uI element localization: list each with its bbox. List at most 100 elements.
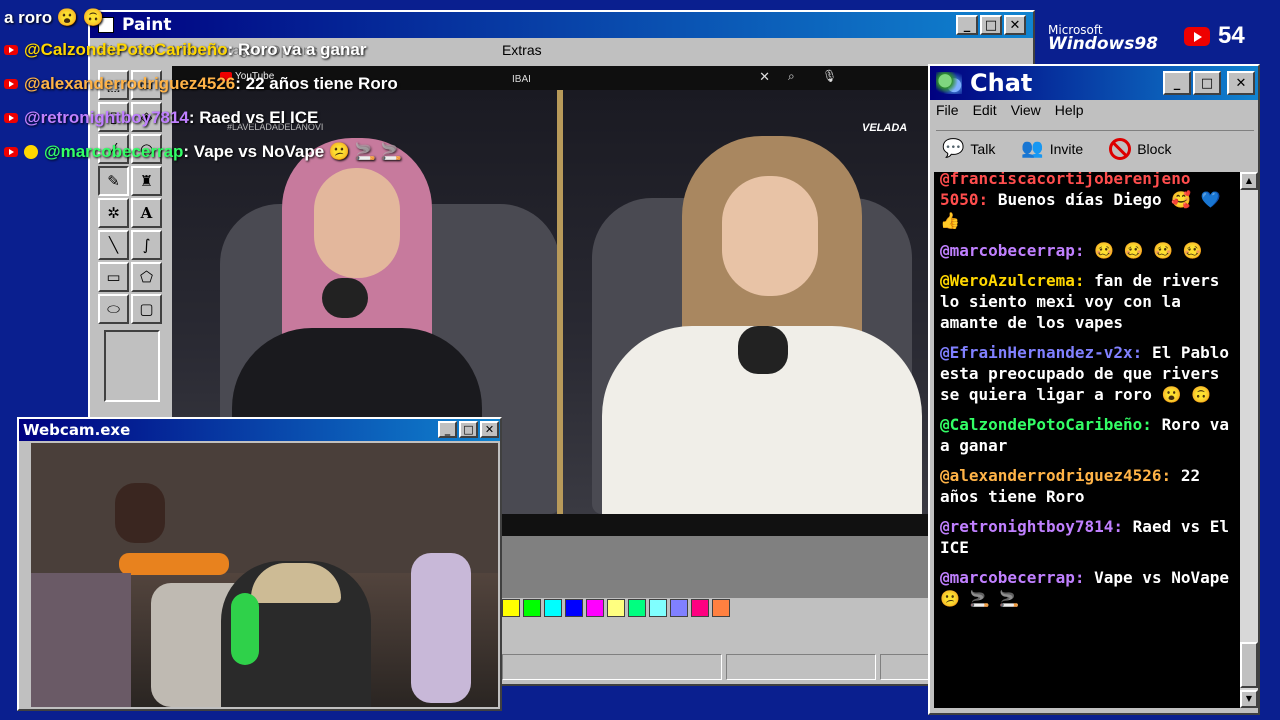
palette-swatch[interactable]: [523, 599, 541, 617]
invite-label: Invite: [1049, 140, 1084, 157]
overlay-chat-line: @retronightboy7814: Raed vs El ICE: [4, 108, 318, 128]
chat-user: @marcobecerrap:: [940, 241, 1085, 260]
overlay-chat-line: @CalzondePotoCaribeño: Roro va a ganar: [4, 40, 366, 60]
member-badge-icon: [24, 145, 38, 159]
palette-swatch[interactable]: [565, 599, 583, 617]
invite-button[interactable]: 👥 Invite: [1021, 138, 1083, 159]
palette-swatch[interactable]: [670, 599, 688, 617]
text-tool[interactable]: A: [131, 198, 162, 228]
chat-app-icon: [936, 72, 962, 94]
pencil-tool[interactable]: ✎: [98, 166, 129, 196]
chat-window: Chat _ □ ✕ File Edit View Help 💬 Talk 👥 …: [928, 64, 1260, 715]
chat-message: @CalzondePotoCaribeño: Roro va a ganar: [940, 414, 1236, 456]
palette-swatch[interactable]: [649, 599, 667, 617]
maximize-button[interactable]: □: [1193, 71, 1221, 95]
minimize-button[interactable]: _: [1163, 71, 1191, 95]
overlay-top-text: a roro: [4, 8, 53, 27]
palette-swatch[interactable]: [712, 599, 730, 617]
chat-user: @CalzondePotoCaribeño:: [940, 415, 1152, 434]
color-palette: [502, 599, 730, 617]
overlay-msg: : Vape vs NoVape 😕 🚬 🚬: [183, 142, 402, 161]
chat-menu-help[interactable]: Help: [1055, 102, 1084, 118]
overlay-msg: : Roro va a ganar: [227, 40, 367, 59]
minimize-button[interactable]: _: [438, 421, 457, 438]
webcam-window: Webcam.exe _ □ ✕: [17, 417, 502, 711]
chat-messages-pane[interactable]: @franciscacortijoberenjeno 5050: Buenos …: [934, 172, 1240, 708]
youtube-icon: [4, 79, 18, 89]
overlay-chat-line: @alexanderrodriguez4526: 22 años tiene R…: [4, 74, 398, 94]
chat-menu-file[interactable]: File: [936, 102, 959, 118]
chat-user: @retronightboy7814:: [940, 517, 1124, 536]
palette-swatch[interactable]: [628, 599, 646, 617]
overlay-chat-line: @marcobecerrap: Vape vs NoVape 😕 🚬 🚬: [4, 142, 402, 162]
video-bottom-bar: [502, 514, 928, 536]
brush-tool[interactable]: ♜: [131, 166, 162, 196]
windows98-logo: Microsoft Windows98: [1048, 24, 1158, 53]
chat-title: Chat: [970, 69, 1033, 97]
talk-label: Talk: [970, 140, 996, 157]
rectangle-tool[interactable]: ▭: [98, 262, 129, 292]
person-right: [592, 126, 928, 514]
minimize-button[interactable]: _: [956, 15, 978, 35]
youtube-icon: [4, 45, 18, 55]
palette-swatch[interactable]: [586, 599, 604, 617]
maximize-button[interactable]: □: [980, 15, 1002, 35]
paint-titlebar[interactable]: Paint: [90, 12, 1033, 38]
youtube-icon: [1184, 26, 1210, 46]
close-button[interactable]: ✕: [1004, 15, 1026, 35]
microphone-icon[interactable]: 🎙: [822, 69, 837, 83]
chat-menu-view[interactable]: View: [1011, 102, 1041, 118]
tool-options-panel[interactable]: [104, 330, 160, 402]
maximize-button[interactable]: □: [459, 421, 478, 438]
webcam-title: Webcam.exe: [23, 421, 131, 439]
webcam-feed: [31, 443, 498, 707]
chat-user: @marcobecerrap:: [940, 568, 1085, 587]
polygon-tool[interactable]: ⬠: [131, 262, 162, 292]
paint-title: Paint: [122, 15, 172, 35]
search-icon[interactable]: ⌕: [788, 69, 795, 84]
center-pillar: [557, 90, 563, 514]
yt-search-value: IBAI: [512, 74, 531, 85]
chat-scrollbar[interactable]: ▲ ▼: [1240, 172, 1258, 708]
palette-swatch[interactable]: [544, 599, 562, 617]
block-button[interactable]: Block: [1109, 137, 1172, 160]
overlay-msg: : 22 años tiene Roro: [235, 74, 398, 93]
menu-extras[interactable]: Extras: [502, 42, 542, 58]
close-button[interactable]: ✕: [480, 421, 499, 438]
chat-menu-edit[interactable]: Edit: [973, 102, 997, 118]
scroll-up-button[interactable]: ▲: [1240, 172, 1258, 190]
overlay-user: @alexanderrodriguez4526: [24, 74, 236, 93]
chat-message: @marcobecerrap: Vape vs NoVape 😕 🚬 🚬: [940, 567, 1236, 609]
scroll-down-button[interactable]: ▼: [1240, 690, 1258, 708]
clear-search-icon[interactable]: ✕: [759, 69, 770, 85]
talk-button[interactable]: 💬 Talk: [942, 138, 995, 159]
chat-user: @EfrainHernandez-v2x:: [940, 343, 1143, 362]
chat-user: @WeroAzulcrema:: [940, 271, 1085, 290]
yt-search-box[interactable]: IBAI ✕: [502, 69, 782, 87]
youtube-icon: [4, 147, 18, 157]
palette-swatch[interactable]: [691, 599, 709, 617]
windows98-text: Windows98: [1048, 34, 1159, 54]
chat-user: @alexanderrodriguez4526:: [940, 466, 1172, 485]
chat-message: @alexanderrodriguez4526: 22 años tiene R…: [940, 465, 1236, 507]
chat-message: @franciscacortijoberenjeno 5050: Buenos …: [940, 172, 1236, 231]
overlay-user: @CalzondePotoCaribeño: [24, 40, 228, 59]
line-tool[interactable]: ╲: [98, 230, 129, 260]
block-label: Block: [1137, 140, 1172, 157]
webcam-titlebar[interactable]: Webcam.exe: [19, 419, 500, 441]
scroll-thumb[interactable]: [1240, 642, 1258, 688]
chat-toolbar: 💬 Talk 👥 Invite Block: [936, 130, 1254, 166]
block-icon: [1109, 137, 1132, 160]
ellipse-tool[interactable]: ⬭: [98, 294, 129, 324]
overlay-user: @retronightboy7814: [24, 108, 189, 127]
airbrush-tool[interactable]: ✲: [98, 198, 129, 228]
viewer-count-value: 54: [1218, 22, 1245, 49]
viewer-count: 54: [1184, 22, 1245, 50]
invite-icon: 👥: [1021, 138, 1044, 158]
curve-tool[interactable]: ∫: [131, 230, 162, 260]
palette-swatch[interactable]: [607, 599, 625, 617]
talk-icon: 💬: [942, 138, 965, 158]
rounded-rect-tool[interactable]: ▢: [131, 294, 162, 324]
palette-swatch[interactable]: [502, 599, 520, 617]
close-button[interactable]: ✕: [1227, 71, 1255, 95]
